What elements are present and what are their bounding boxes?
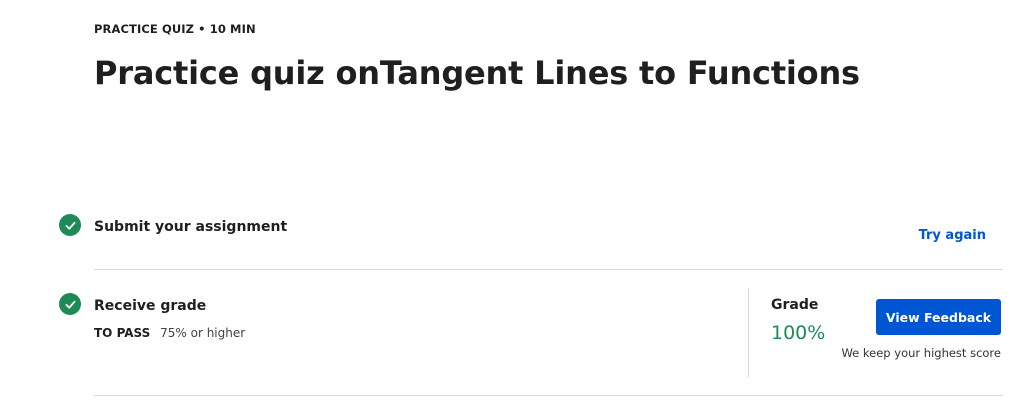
step-receive-grade-label: Receive grade <box>94 298 207 314</box>
step-submit-label: Submit your assignment <box>94 219 288 235</box>
pass-label: TO PASS <box>94 326 151 340</box>
divider <box>94 395 1003 396</box>
check-circle-icon <box>59 214 81 236</box>
highest-score-note: We keep your highest score <box>841 346 1001 360</box>
view-feedback-button[interactable]: View Feedback <box>876 299 1001 335</box>
grade-label: Grade <box>771 297 819 313</box>
pass-threshold: 75% or higher <box>160 326 246 340</box>
try-again-link[interactable]: Try again <box>919 228 986 243</box>
page-title: Practice quiz onTangent Lines to Functio… <box>94 54 860 92</box>
pass-requirement: TO PASS 75% or higher <box>94 326 245 340</box>
divider <box>94 269 1003 270</box>
quiz-eyebrow: PRACTICE QUIZ • 10 MIN <box>94 22 256 36</box>
grade-value: 100% <box>771 322 826 344</box>
grade-divider <box>748 288 749 377</box>
check-circle-icon <box>59 293 81 315</box>
